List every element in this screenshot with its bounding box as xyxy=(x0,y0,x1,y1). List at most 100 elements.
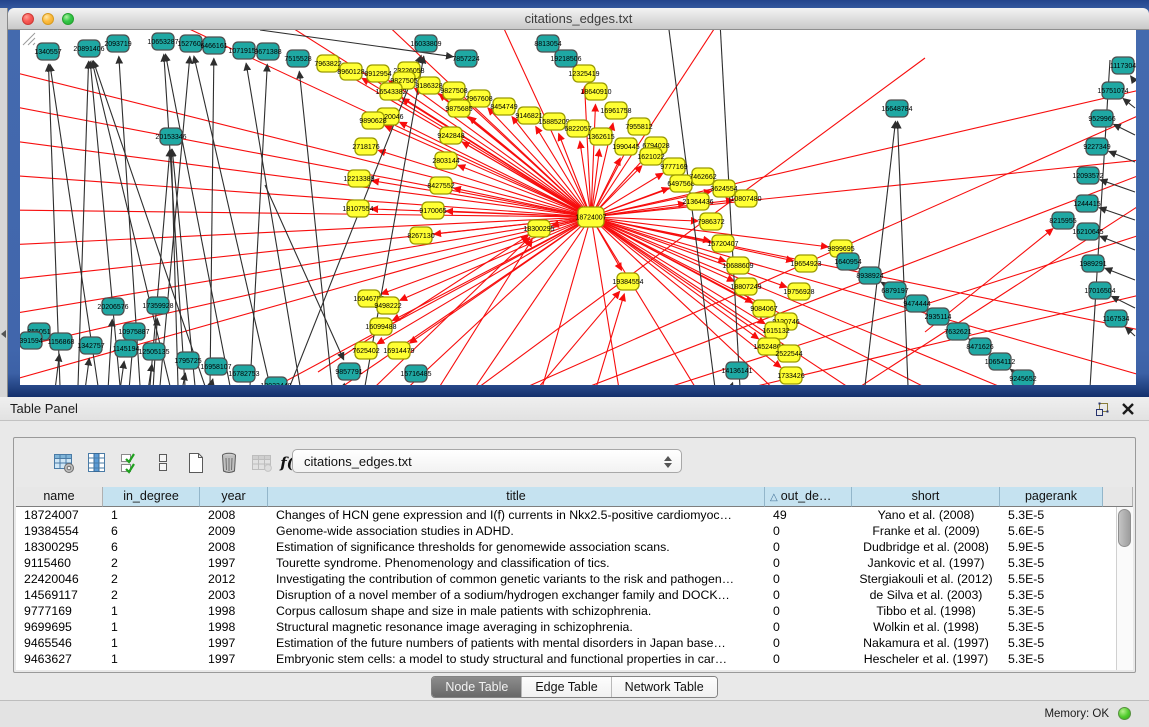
network-edge[interactable] xyxy=(538,291,620,385)
network-edge[interactable] xyxy=(591,217,700,385)
table-settings-button[interactable] xyxy=(50,449,78,477)
network-edge[interactable] xyxy=(342,384,344,385)
column-header-year[interactable]: year xyxy=(200,487,268,507)
node-label: 14136141 xyxy=(721,368,752,375)
table-row[interactable]: 1830029562008Estimation of significance … xyxy=(16,539,1133,555)
network-edge[interactable] xyxy=(164,54,185,385)
network-canvas[interactable]: 1872400779638228960128891295423226058982… xyxy=(20,30,1136,385)
table-selector-dropdown[interactable]: citations_edges.txt xyxy=(292,449,682,473)
table-row[interactable]: 946362711997Embryonic stem cells: a mode… xyxy=(16,651,1133,667)
network-edge[interactable] xyxy=(290,56,421,385)
network-edge[interactable] xyxy=(172,149,195,385)
node-label: 9170065 xyxy=(419,208,446,215)
node-label: 19756928 xyxy=(783,289,814,296)
column-header-in_degree[interactable]: in_degree xyxy=(103,487,200,507)
network-edge[interactable] xyxy=(265,185,344,360)
table-row[interactable]: 977716911998Corpus callosum shape and si… xyxy=(16,603,1133,619)
node-label: 1362615 xyxy=(587,134,614,141)
node-label: 21364436 xyxy=(682,199,713,206)
network-edge[interactable] xyxy=(865,121,896,385)
table-cell: 0 xyxy=(765,587,852,603)
network-edge[interactable] xyxy=(1112,296,1135,308)
import-table-button[interactable] xyxy=(248,449,276,477)
network-edge[interactable] xyxy=(20,217,591,350)
sort-ascending-icon: △ xyxy=(770,492,778,503)
network-edge[interactable] xyxy=(591,217,1020,385)
tab-network-table[interactable]: Network Table xyxy=(612,677,717,697)
network-edge[interactable] xyxy=(1105,268,1135,280)
network-edge[interactable] xyxy=(1109,151,1135,162)
table-cell: 22420046 xyxy=(16,571,103,587)
column-header-short[interactable]: short xyxy=(852,487,1000,507)
cytoscape-desktop: citations_edges.txt 18724007796382289601… xyxy=(0,0,1149,397)
network-edge[interactable] xyxy=(20,105,591,217)
network-edge[interactable] xyxy=(591,217,780,385)
tab-node-table[interactable]: Node Table xyxy=(432,677,522,697)
column-visibility-button[interactable] xyxy=(83,449,111,477)
network-edge[interactable] xyxy=(55,354,59,385)
table-cell: Investigating the contribution of common… xyxy=(268,571,765,587)
network-edge[interactable] xyxy=(318,236,528,372)
node-label: 8912954 xyxy=(364,71,391,78)
network-edge[interactable] xyxy=(1114,124,1135,135)
status-bar: Memory: OK xyxy=(0,700,1149,727)
selection-mode-button[interactable] xyxy=(116,449,144,477)
table-cell: Structural magnetic resonance image aver… xyxy=(268,619,765,635)
table-cell: 2008 xyxy=(200,507,268,523)
network-edge[interactable] xyxy=(120,361,124,385)
network-edge[interactable] xyxy=(591,30,720,217)
network-edge[interactable] xyxy=(1131,76,1135,82)
network-window-titlebar[interactable]: citations_edges.txt xyxy=(8,8,1149,30)
network-edge[interactable] xyxy=(730,383,733,385)
table-cell: Franke et al. (2009) xyxy=(852,523,1000,539)
network-edge[interactable] xyxy=(462,142,591,217)
node-label: 18807249 xyxy=(730,284,761,291)
column-header-title[interactable]: title xyxy=(268,487,765,507)
table-scrollbar[interactable] xyxy=(1116,507,1133,670)
network-edge[interactable] xyxy=(20,70,591,217)
network-edge[interactable] xyxy=(160,56,190,385)
network-edge[interactable] xyxy=(85,358,89,385)
network-edge[interactable] xyxy=(596,294,624,385)
table-row[interactable]: 2242004622012Investigating the contribut… xyxy=(16,571,1133,587)
table-row[interactable]: 911546021997Tourette syndrome. Phenomeno… xyxy=(16,555,1133,571)
column-header-out_de[interactable]: △out_de… xyxy=(765,487,852,507)
table-cell: 0 xyxy=(765,539,852,555)
network-edge[interactable] xyxy=(1099,208,1135,220)
scrollbar-thumb[interactable] xyxy=(1118,509,1131,547)
table-row[interactable]: 1938455462009Genome-wide association stu… xyxy=(16,523,1133,539)
column-header-name[interactable]: name xyxy=(16,487,103,507)
network-edge[interactable] xyxy=(898,121,908,385)
network-edge[interactable] xyxy=(210,58,214,385)
resize-grip-icon[interactable] xyxy=(20,30,36,46)
node-label: 18724007 xyxy=(575,215,606,222)
network-edge[interactable] xyxy=(1123,99,1135,108)
row-height-button[interactable] xyxy=(149,449,177,477)
float-panel-icon[interactable] xyxy=(1095,402,1109,416)
table-cell: 9699695 xyxy=(16,619,103,635)
node-label: 16648784 xyxy=(881,106,912,113)
network-edge[interactable] xyxy=(365,56,424,385)
node-label: 9890628 xyxy=(359,118,386,125)
table-cell: 9465546 xyxy=(16,635,103,651)
memory-status-label: Memory: OK xyxy=(1044,708,1109,720)
close-panel-icon[interactable] xyxy=(1121,402,1135,416)
node-label: 6879197 xyxy=(881,288,908,295)
node-label: 1145194 xyxy=(113,346,140,353)
table-row[interactable]: 946554611997Estimation of the future num… xyxy=(16,635,1133,651)
network-edge[interactable] xyxy=(93,61,205,385)
network-edge[interactable] xyxy=(246,63,300,385)
node-label: 2935114 xyxy=(925,314,952,321)
network-edge[interactable] xyxy=(1100,180,1135,192)
column-header-pagerank[interactable]: pagerank xyxy=(1000,487,1103,507)
create-table-button[interactable] xyxy=(182,449,210,477)
network-edge[interactable] xyxy=(299,71,332,385)
node-label: 12325419 xyxy=(568,71,599,78)
tab-edge-table[interactable]: Edge Table xyxy=(522,677,611,697)
table-row[interactable]: 969969511998Structural magnetic resonanc… xyxy=(16,619,1133,635)
table-row[interactable]: 1872400712008Changes of HCN gene express… xyxy=(16,507,1133,523)
node-label: 7515528 xyxy=(284,56,311,63)
table-row[interactable]: 1456911722003Disruption of a novel membe… xyxy=(16,587,1133,603)
panel-collapse-arrow-icon[interactable] xyxy=(1,330,6,338)
delete-table-button[interactable] xyxy=(215,449,243,477)
